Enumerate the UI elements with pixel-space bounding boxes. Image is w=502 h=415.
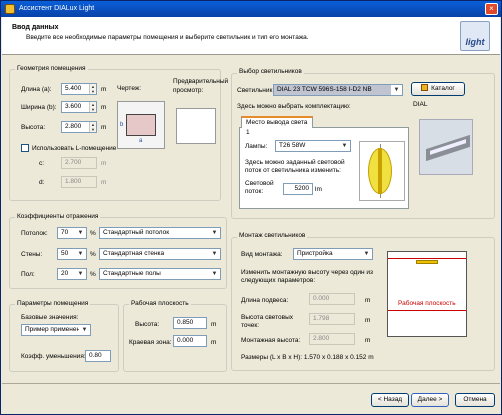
mount-note: Изменить монтажную высоту через один из … — [241, 269, 373, 284]
floor-preset-select[interactable]: Стандартные полы ▼ — [99, 268, 221, 280]
room-params-title: Параметры помещения — [15, 300, 91, 307]
width-unit: m — [101, 104, 107, 111]
edge-zone-unit: m — [211, 339, 217, 346]
suspension-unit: m — [365, 297, 371, 304]
work-plane-diagram-label: Рабочая плоскость — [398, 300, 456, 307]
window-title: Ассистент DIALux Light — [19, 5, 95, 12]
dialux-light-logo: light — [460, 21, 490, 51]
mount-height-unit: m — [365, 337, 371, 344]
room-drawing: a b — [117, 101, 165, 149]
edge-zone-input[interactable]: 0.000 — [173, 335, 207, 347]
luminaire-photo — [419, 119, 473, 175]
light-point-height-label: Высота световых точек: — [241, 314, 294, 329]
tab-light-output-1[interactable]: Место вывода света 1 — [241, 116, 313, 136]
width-input[interactable]: 3.600 ▲ ▼ — [61, 101, 97, 113]
work-plane-title: Рабочая плоскость — [129, 300, 191, 307]
lamps-label: Лампы: — [245, 143, 268, 150]
luminaire-select[interactable]: DIAL 23 TCW 596S-158 I-D2 NB ▼ — [273, 84, 403, 96]
luminaire-marker — [416, 260, 438, 264]
config-label: Здесь можно выбрать комплектацию: — [237, 103, 351, 110]
flux-label: Световой поток: — [245, 180, 274, 195]
d-input[interactable]: 1.800 — [61, 176, 97, 188]
reflectance-title: Коэффициенты отражения — [15, 213, 101, 220]
flux-input[interactable]: 5200 — [283, 183, 313, 195]
mount-type-select[interactable]: Пристройка ▼ — [293, 248, 373, 260]
reduce-factor-label: Коэфф. уменьшения: — [21, 353, 86, 360]
wizard-window: Ассистент DIALux Light × Ввод данных Вве… — [0, 0, 502, 415]
page-title: Ввод данных — [12, 24, 59, 31]
page-subtitle: Введите все необходимые параметры помеще… — [26, 34, 309, 41]
lamp-select[interactable]: T26 58W ▼ — [275, 140, 351, 152]
reduce-factor-input[interactable]: 0.80 — [85, 350, 111, 362]
c-label: c: — [39, 160, 45, 167]
height-label: Высота: — [21, 124, 46, 131]
title-bar: Ассистент DIALux Light × — [1, 1, 501, 17]
length-unit: m — [101, 86, 107, 93]
height-unit: m — [101, 124, 107, 131]
base-values-select[interactable]: Пример применения ▼ — [21, 324, 91, 336]
footer-divider — [2, 383, 500, 384]
app-icon — [5, 4, 15, 14]
room-preview — [176, 108, 216, 144]
d-label: d: — [39, 179, 45, 186]
close-button[interactable]: × — [485, 3, 498, 15]
luminaire-sizes: Размеры (L x B x H): 1.570 x 0.188 x 0.1… — [241, 354, 374, 361]
c-input[interactable]: 2.700 — [61, 157, 97, 169]
dim-b-label: b — [120, 122, 124, 128]
floor-pct: % — [90, 271, 96, 278]
brand-label: DIAL — [413, 101, 428, 108]
floor-label: Пол: — [21, 271, 35, 278]
suspension-input[interactable]: 0.000 — [309, 293, 355, 305]
wp-height-unit: m — [211, 321, 217, 328]
luminaire-title: Выбор светильников — [237, 68, 304, 75]
wizard-header: Ввод данных Введите все необходимые пара… — [2, 17, 500, 55]
base-values-label: Базовые значения: — [21, 314, 79, 321]
floor-value-select[interactable]: 20 ▼ — [57, 268, 87, 280]
ceiling-preset-select[interactable]: Стандартный потолок ▼ — [99, 227, 221, 239]
light-point-height-input[interactable]: 1.798 — [309, 313, 355, 325]
catalog-button[interactable]: Каталог — [411, 82, 465, 96]
ceiling-pct: % — [90, 230, 96, 237]
height-input[interactable]: 2.800 ▲ ▼ — [61, 121, 97, 133]
light-distribution-diagram — [359, 141, 405, 201]
lshape-checkbox[interactable] — [21, 144, 29, 152]
back-button[interactable]: < Назад — [371, 393, 409, 407]
walls-label: Стены: — [21, 251, 43, 258]
walls-pct: % — [90, 251, 96, 258]
cancel-button[interactable]: Отмена — [455, 393, 495, 407]
catalog-icon — [421, 84, 429, 91]
walls-preset-select[interactable]: Стандартная стенка ▼ — [99, 248, 221, 260]
length-input[interactable]: 5.400 ▲ ▼ — [61, 83, 97, 95]
c-unit: m — [101, 160, 107, 167]
walls-value-select[interactable]: 50 ▼ — [57, 248, 87, 260]
luminaire-label: Светильник: — [237, 87, 275, 94]
ceiling-label: Потолок: — [21, 230, 48, 237]
geometry-title: Геометрия помещения — [15, 65, 88, 72]
flux-note: Здесь можно заданный световой поток от с… — [245, 159, 345, 174]
suspension-label: Длина подвеса: — [241, 297, 289, 304]
flux-unit: lm — [315, 186, 322, 193]
width-label: Ширина (b): — [21, 104, 57, 111]
lshape-label: Использовать L-помещение — [32, 145, 117, 152]
light-point-height-unit: m — [365, 317, 371, 324]
mounting-diagram: Рабочая плоскость — [387, 251, 467, 337]
d-unit: m — [101, 179, 107, 186]
drawing-label: Чертеж: — [117, 85, 142, 92]
next-button[interactable]: Далее > — [411, 393, 449, 407]
room-rectangle — [126, 114, 156, 136]
edge-zone-label: Краевая зона: — [129, 339, 172, 346]
mount-height-input[interactable]: 2.800 — [309, 333, 355, 345]
work-plane-line — [388, 310, 466, 311]
ceiling-line — [388, 258, 466, 259]
length-label: Длина (a): — [21, 86, 52, 93]
dim-a-label: a — [139, 138, 143, 144]
preview-label: Предварительный просмотр: — [173, 78, 229, 94]
ceiling-value-select[interactable]: 70 ▼ — [57, 227, 87, 239]
mounting-title: Монтаж светильников — [237, 232, 308, 239]
mount-height-label: Монтажная высота: — [241, 337, 301, 344]
wp-height-label: Высота: — [135, 321, 160, 328]
wp-height-input[interactable]: 0.850 — [173, 317, 207, 329]
mount-type-label: Вид монтажа: — [241, 251, 283, 258]
